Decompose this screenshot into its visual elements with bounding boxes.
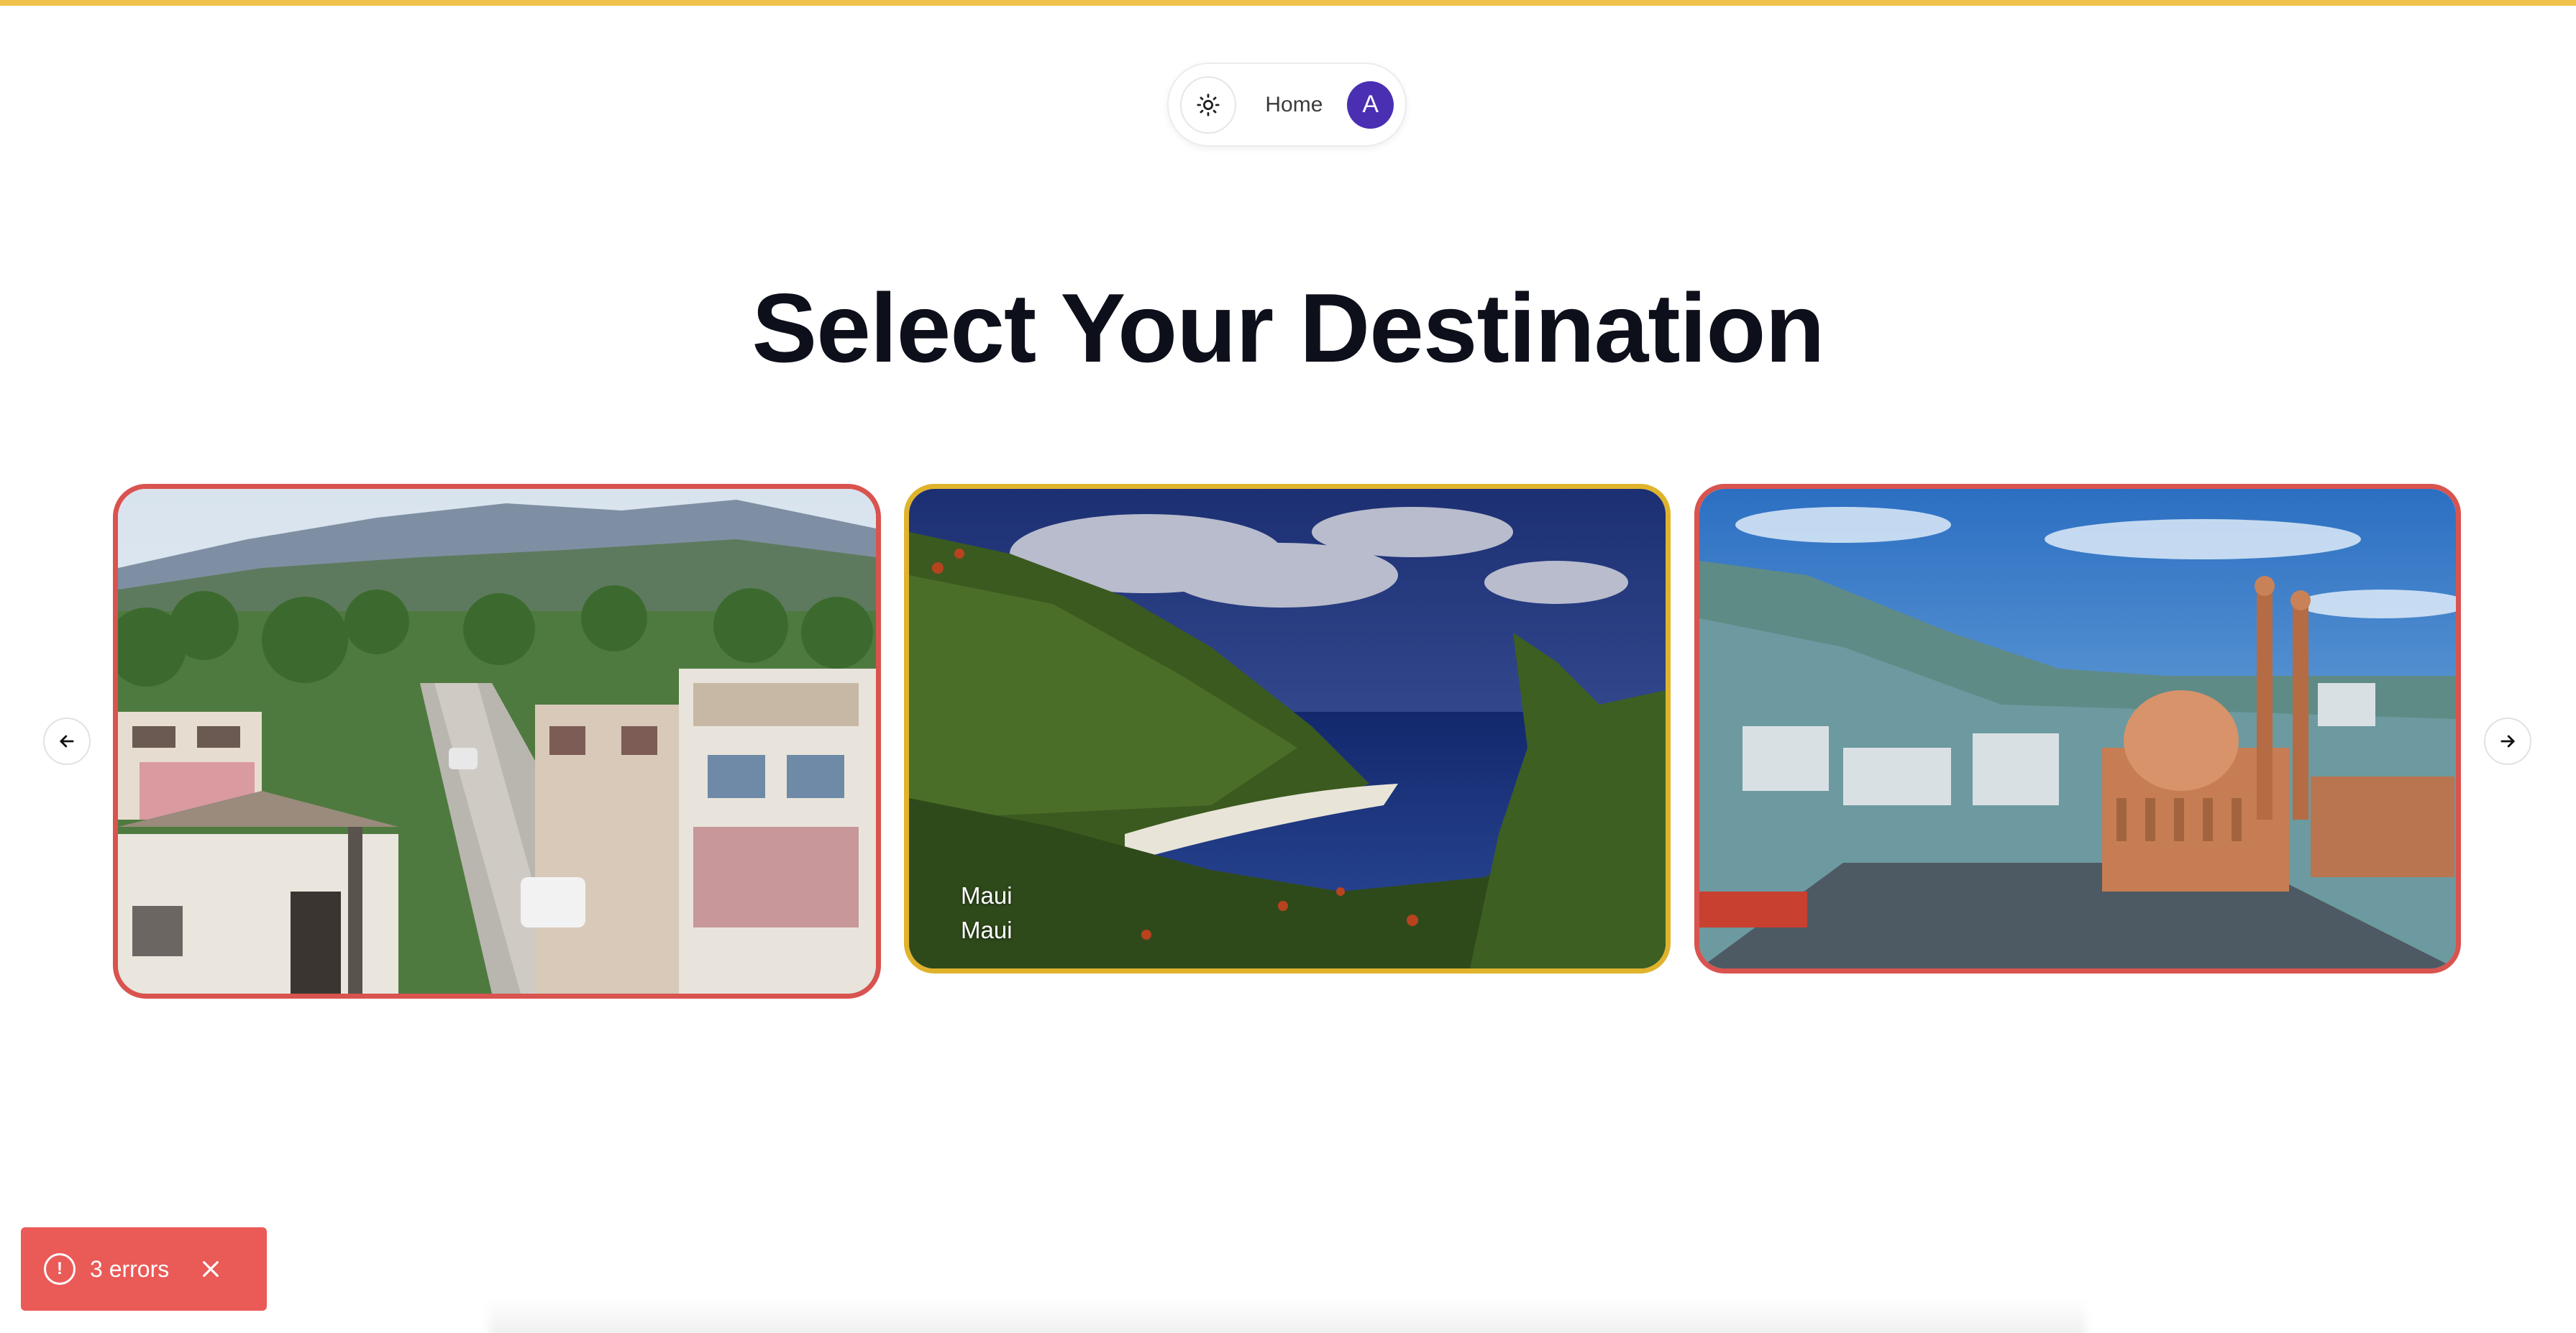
toast-close-button[interactable] xyxy=(199,1258,222,1281)
user-avatar[interactable]: A xyxy=(1347,81,1394,129)
city-mosque-photo xyxy=(1699,489,2456,968)
card-subtitle: Maui xyxy=(961,917,1013,943)
maui-coastline-photo xyxy=(909,489,1666,968)
hillside-town-street-photo xyxy=(118,489,876,994)
theme-toggle-button[interactable] xyxy=(1180,75,1237,134)
destination-card[interactable] xyxy=(113,484,881,999)
bottom-shadow xyxy=(489,1300,2086,1333)
error-toast[interactable]: ! 3 errors xyxy=(21,1227,267,1311)
alert-circle-icon: ! xyxy=(44,1253,76,1285)
card-title: Maui xyxy=(961,882,1013,909)
page: Home A Select Your Destination Maui Maui… xyxy=(0,0,2576,1333)
arrow-right-icon xyxy=(2500,735,2515,748)
destination-card[interactable] xyxy=(1694,484,2461,974)
close-icon xyxy=(203,1261,219,1277)
nav-home-link[interactable]: Home xyxy=(1265,93,1323,117)
arrow-left-icon xyxy=(60,735,74,748)
error-count-text: 3 errors xyxy=(90,1255,170,1282)
carousel-next-button[interactable] xyxy=(2484,718,2531,765)
top-accent-bar xyxy=(0,0,2576,6)
destination-card-maui[interactable]: Maui Maui xyxy=(904,484,1671,974)
top-navigation: Home A xyxy=(1167,63,1407,147)
carousel-prev-button[interactable] xyxy=(43,718,91,765)
sun-icon xyxy=(1197,93,1220,116)
page-title: Select Your Destination xyxy=(752,273,1825,383)
